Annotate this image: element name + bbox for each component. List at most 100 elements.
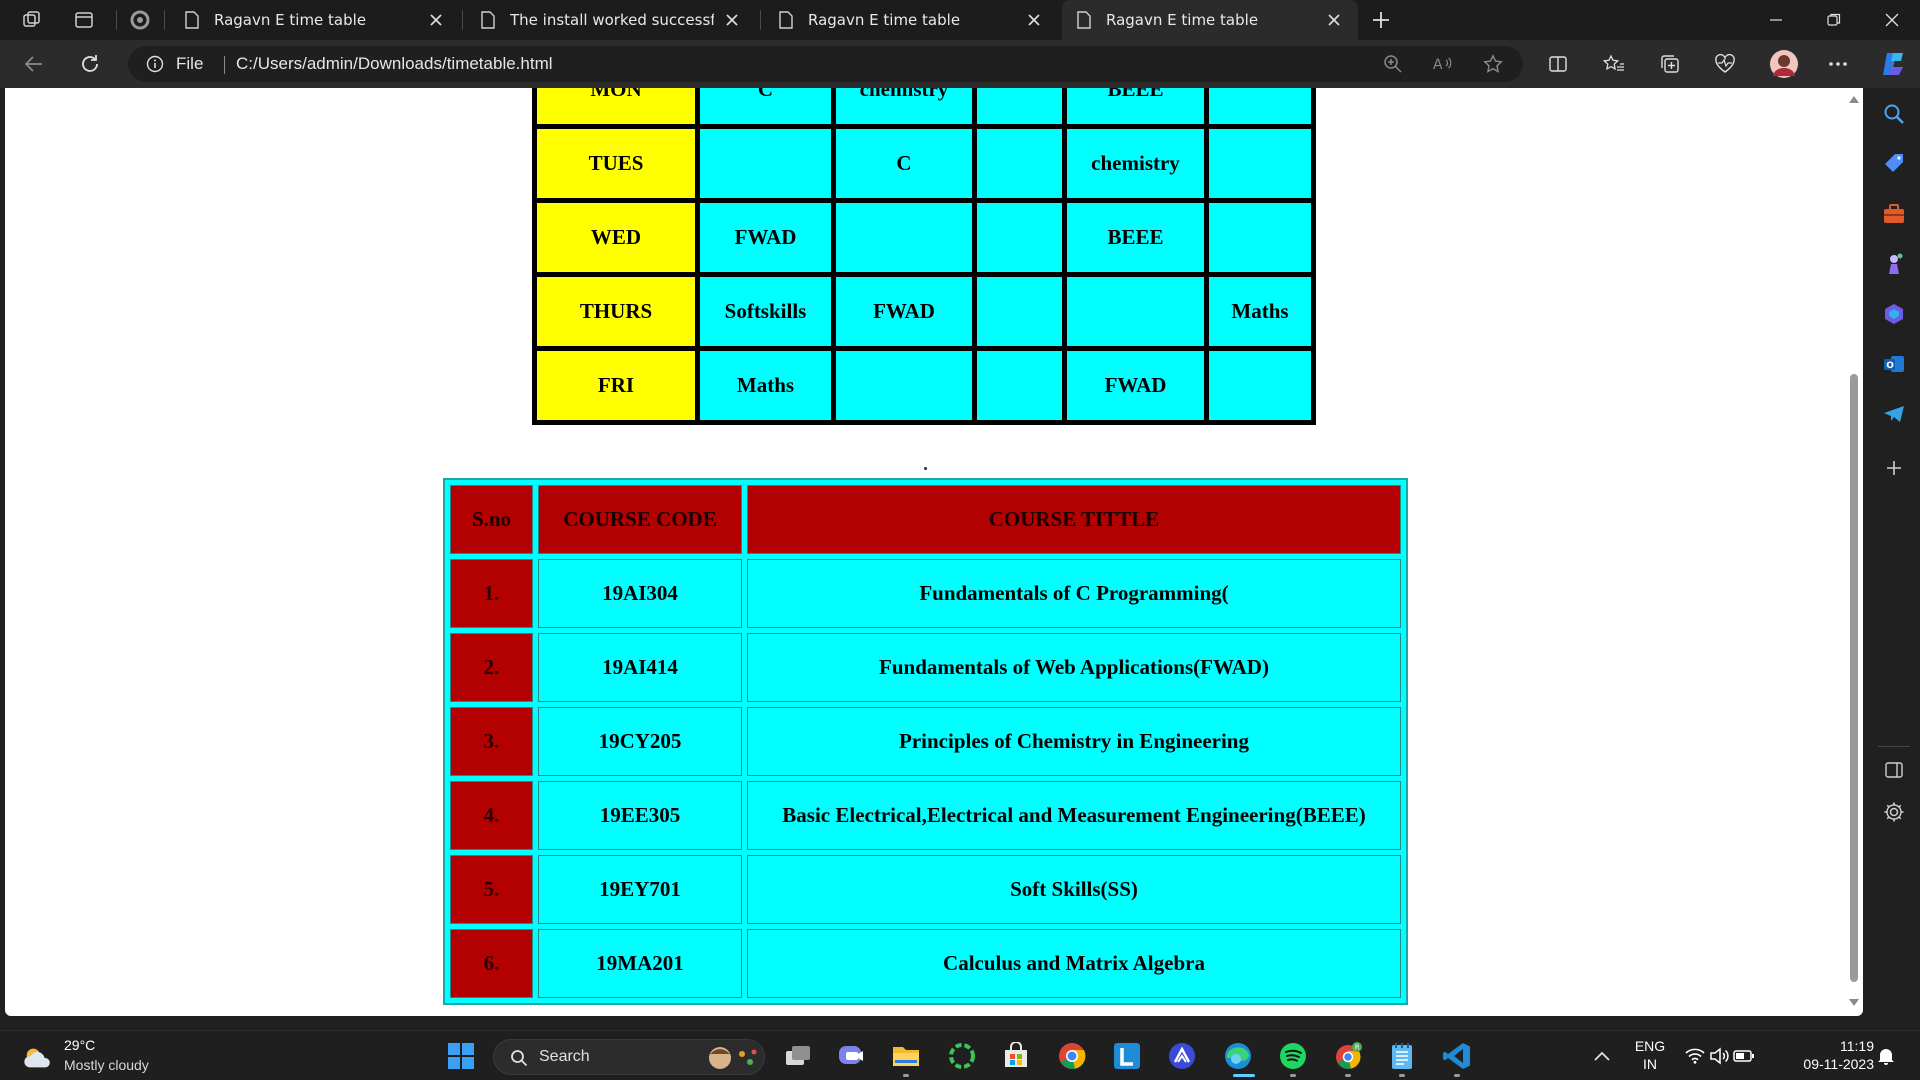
workspaces-icon[interactable] [18, 6, 46, 34]
edge-browser-icon[interactable] [1222, 1040, 1254, 1072]
hide-sidebar-icon[interactable] [1880, 756, 1908, 784]
tab-title: Ragavn E time table [808, 11, 961, 29]
timetable-period-cell [1209, 88, 1311, 124]
timetable-day-cell: THURS [537, 277, 695, 346]
timetable-period-cell: FWAD [1067, 351, 1204, 420]
course-code-header: COURSE CODE [538, 485, 742, 554]
timetable-period-cell: C [836, 129, 972, 198]
triangle-app-icon[interactable] [1166, 1040, 1198, 1072]
taskbar-search[interactable]: Search [493, 1039, 765, 1075]
page-scrollbar[interactable] [1845, 92, 1863, 1012]
close-tab-icon[interactable] [1324, 10, 1344, 30]
collections-icon[interactable] [1656, 50, 1684, 78]
tab-3[interactable]: Ragavn E time table [764, 0, 1058, 40]
stray-dot [924, 467, 927, 470]
clock-date: 09-11-2023 [1803, 1056, 1874, 1072]
battery-icon[interactable] [1732, 1040, 1756, 1072]
split-screen-icon[interactable] [1544, 50, 1572, 78]
timetable-row: FRI Maths FWAD [537, 351, 1311, 420]
search-icon[interactable] [1880, 100, 1908, 128]
profile-avatar[interactable] [1768, 48, 1800, 80]
refresh-icon[interactable] [74, 48, 106, 80]
restore-icon[interactable] [1806, 0, 1862, 40]
telegram-send-icon[interactable] [1880, 400, 1908, 428]
scrollbar-thumb[interactable] [1850, 374, 1858, 982]
timetable-period-cell: Maths [1209, 277, 1311, 346]
close-tab-icon[interactable] [426, 10, 446, 30]
tab-1[interactable]: Ragavn E time table [170, 0, 460, 40]
address-bar[interactable]: File C:/Users/admin/Downloads/timetable.… [128, 46, 1523, 82]
outlook-icon[interactable]: O [1880, 350, 1908, 378]
tab-2[interactable]: The install worked successfully! C [466, 0, 756, 40]
timetable-period-cell: FWAD [700, 203, 831, 272]
tools-briefcase-icon[interactable] [1880, 200, 1908, 228]
close-window-icon[interactable] [1864, 0, 1920, 40]
task-view-icon[interactable] [782, 1040, 814, 1072]
course-code-cell: 19AI414 [538, 633, 742, 702]
l-app-icon[interactable] [1111, 1040, 1143, 1072]
file-explorer-icon[interactable] [890, 1040, 922, 1072]
course-code-cell: 19MA201 [538, 929, 742, 998]
chrome-icon[interactable] [1056, 1040, 1088, 1072]
spotify-icon[interactable] [1277, 1040, 1309, 1072]
browser-essentials-icon[interactable] [1711, 50, 1739, 78]
timetable-row: TUES Cchemistry [537, 129, 1311, 198]
weather-description[interactable]: Mostly cloudy [64, 1057, 149, 1073]
tab-actions-icon[interactable] [70, 6, 98, 34]
course-code-cell: 19AI304 [538, 559, 742, 628]
show-hidden-icons-chevron-icon[interactable] [1586, 1040, 1618, 1072]
taskbar: 29°C Mostly cloudy Search R ENG IN 11:19… [0, 1030, 1920, 1080]
course-title-cell: Soft Skills(SS) [747, 855, 1401, 924]
course-sno-cell: 3. [450, 707, 533, 776]
table-row: 2. 19AI414 Fundamentals of Web Application… [450, 633, 1401, 702]
read-aloud-icon[interactable]: A [1430, 51, 1456, 77]
volume-icon[interactable] [1708, 1040, 1732, 1072]
favorites-icon[interactable] [1600, 50, 1628, 78]
clock[interactable]: 11:19 09-11-2023 [1778, 1038, 1874, 1072]
course-sno-cell: 1. [450, 559, 533, 628]
back-icon[interactable] [18, 48, 50, 80]
document-icon [481, 11, 495, 29]
weather-temperature[interactable]: 29°C [64, 1037, 95, 1053]
close-tab-icon[interactable] [1024, 10, 1044, 30]
tab-4-active[interactable]: Ragavn E time table [1062, 0, 1358, 40]
language-indicator[interactable]: ENG IN [1628, 1038, 1672, 1072]
teams-chat-icon[interactable] [836, 1040, 868, 1072]
settings-gear-icon[interactable] [1880, 798, 1908, 826]
add-sidebar-app-icon[interactable] [1880, 454, 1908, 482]
notepad-icon[interactable] [1386, 1040, 1418, 1072]
course-code-cell: 19CY205 [538, 707, 742, 776]
weather-cloud-icon[interactable] [22, 1042, 54, 1074]
microsoft-365-icon[interactable] [1880, 300, 1908, 328]
site-info-icon[interactable] [146, 55, 164, 73]
vscode-icon[interactable] [1441, 1040, 1473, 1072]
minimize-icon[interactable] [1748, 0, 1804, 40]
scroll-up-icon[interactable] [1848, 94, 1860, 104]
document-icon [1077, 11, 1091, 29]
zoom-icon[interactable] [1380, 51, 1406, 77]
course-sno-cell: 6. [450, 929, 533, 998]
wifi-icon[interactable] [1683, 1040, 1707, 1072]
url-text[interactable]: C:/Users/admin/Downloads/timetable.html [236, 54, 553, 74]
games-icon[interactable] [1880, 250, 1908, 278]
windows-start-icon[interactable] [445, 1040, 477, 1072]
region-code: IN [1643, 1056, 1657, 1072]
notifications-bell-icon[interactable] [1872, 1040, 1900, 1072]
scroll-down-icon[interactable] [1848, 998, 1860, 1008]
more-options-icon[interactable] [1824, 50, 1852, 78]
new-tab-icon[interactable] [1367, 6, 1395, 34]
course-code-cell: 19EE305 [538, 781, 742, 850]
copilot-icon[interactable] [1878, 48, 1910, 80]
svg-text:O: O [1886, 361, 1894, 371]
search-icon [511, 1050, 528, 1067]
edge-sidebar: O [1868, 88, 1920, 1028]
favorite-star-icon[interactable] [1480, 51, 1506, 77]
table-row: 5. 19EY701 Soft Skills(SS) [450, 855, 1401, 924]
shopping-tag-icon[interactable] [1880, 150, 1908, 178]
circular-app-icon[interactable] [946, 1040, 978, 1072]
chrome-profile-icon[interactable]: R [1332, 1040, 1364, 1072]
close-tab-icon[interactable] [722, 10, 742, 30]
microsoft-store-icon[interactable] [1000, 1040, 1032, 1072]
timetable-period-cell [1209, 203, 1311, 272]
google-tab-favicon-icon[interactable] [126, 6, 154, 34]
